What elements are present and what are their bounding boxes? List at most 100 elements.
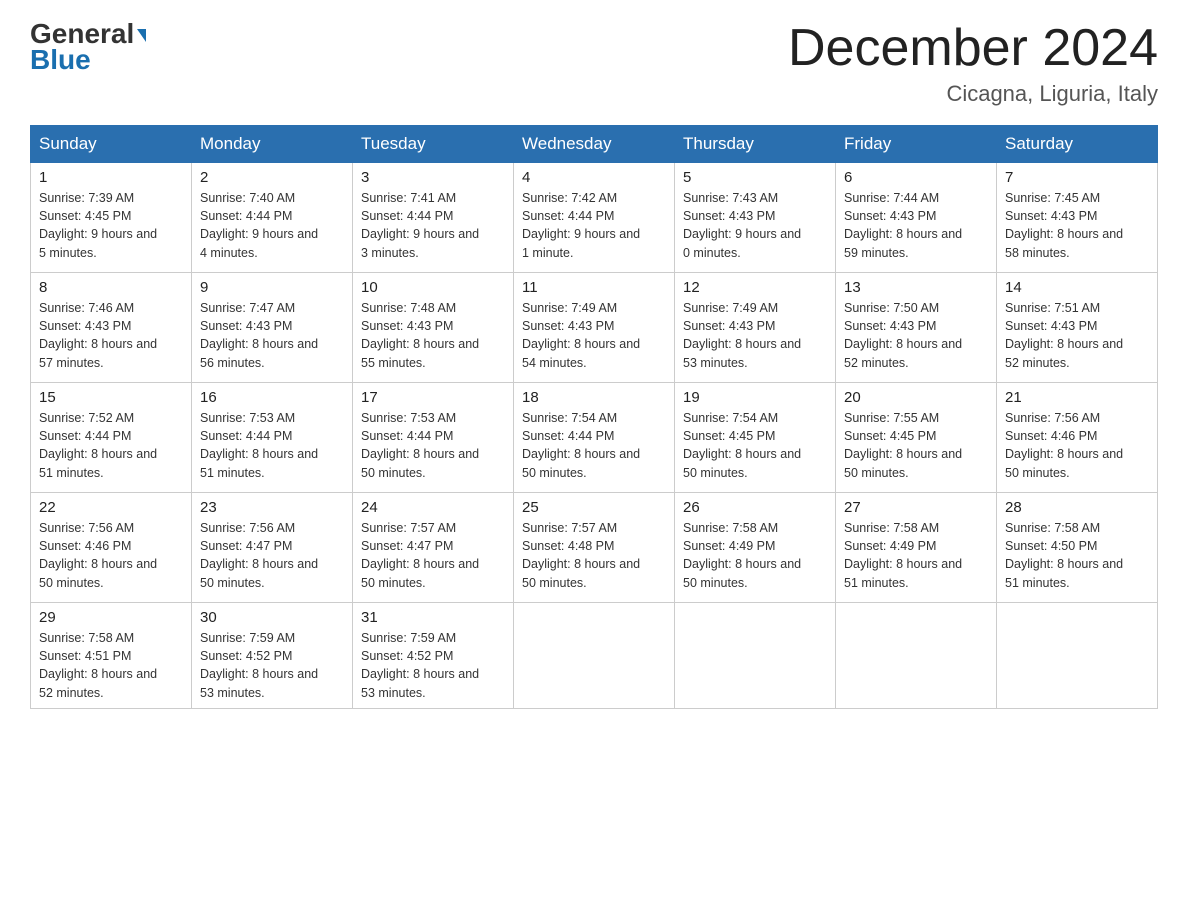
day-number: 6 (844, 169, 988, 186)
day-info: Sunrise: 7:42 AM Sunset: 4:44 PM Dayligh… (522, 189, 666, 262)
col-thursday: Thursday (675, 126, 836, 163)
month-title: December 2024 (788, 20, 1158, 77)
table-row: 17 Sunrise: 7:53 AM Sunset: 4:44 PM Dayl… (353, 383, 514, 493)
col-sunday: Sunday (31, 126, 192, 163)
day-info: Sunrise: 7:57 AM Sunset: 4:48 PM Dayligh… (522, 519, 666, 592)
day-info: Sunrise: 7:53 AM Sunset: 4:44 PM Dayligh… (200, 409, 344, 482)
day-info: Sunrise: 7:49 AM Sunset: 4:43 PM Dayligh… (522, 299, 666, 372)
table-row: 8 Sunrise: 7:46 AM Sunset: 4:43 PM Dayli… (31, 273, 192, 383)
table-row: 7 Sunrise: 7:45 AM Sunset: 4:43 PM Dayli… (997, 163, 1158, 273)
day-info: Sunrise: 7:39 AM Sunset: 4:45 PM Dayligh… (39, 189, 183, 262)
calendar-row: 29 Sunrise: 7:58 AM Sunset: 4:51 PM Dayl… (31, 603, 1158, 709)
day-number: 19 (683, 389, 827, 406)
table-row: 16 Sunrise: 7:53 AM Sunset: 4:44 PM Dayl… (192, 383, 353, 493)
table-row: 11 Sunrise: 7:49 AM Sunset: 4:43 PM Dayl… (514, 273, 675, 383)
day-number: 26 (683, 499, 827, 516)
day-info: Sunrise: 7:41 AM Sunset: 4:44 PM Dayligh… (361, 189, 505, 262)
day-number: 1 (39, 169, 183, 186)
table-row (675, 603, 836, 709)
table-row: 14 Sunrise: 7:51 AM Sunset: 4:43 PM Dayl… (997, 273, 1158, 383)
day-number: 29 (39, 609, 183, 626)
title-block: December 2024 Cicagna, Liguria, Italy (788, 20, 1158, 107)
table-row: 23 Sunrise: 7:56 AM Sunset: 4:47 PM Dayl… (192, 493, 353, 603)
table-row: 27 Sunrise: 7:58 AM Sunset: 4:49 PM Dayl… (836, 493, 997, 603)
table-row: 21 Sunrise: 7:56 AM Sunset: 4:46 PM Dayl… (997, 383, 1158, 493)
table-row: 10 Sunrise: 7:48 AM Sunset: 4:43 PM Dayl… (353, 273, 514, 383)
day-info: Sunrise: 7:49 AM Sunset: 4:43 PM Dayligh… (683, 299, 827, 372)
table-row: 30 Sunrise: 7:59 AM Sunset: 4:52 PM Dayl… (192, 603, 353, 709)
day-info: Sunrise: 7:52 AM Sunset: 4:44 PM Dayligh… (39, 409, 183, 482)
table-row: 13 Sunrise: 7:50 AM Sunset: 4:43 PM Dayl… (836, 273, 997, 383)
table-row: 29 Sunrise: 7:58 AM Sunset: 4:51 PM Dayl… (31, 603, 192, 709)
calendar-row: 1 Sunrise: 7:39 AM Sunset: 4:45 PM Dayli… (31, 163, 1158, 273)
day-info: Sunrise: 7:54 AM Sunset: 4:44 PM Dayligh… (522, 409, 666, 482)
day-info: Sunrise: 7:59 AM Sunset: 4:52 PM Dayligh… (361, 629, 505, 702)
day-number: 9 (200, 279, 344, 296)
table-row: 24 Sunrise: 7:57 AM Sunset: 4:47 PM Dayl… (353, 493, 514, 603)
day-number: 15 (39, 389, 183, 406)
day-info: Sunrise: 7:47 AM Sunset: 4:43 PM Dayligh… (200, 299, 344, 372)
day-info: Sunrise: 7:57 AM Sunset: 4:47 PM Dayligh… (361, 519, 505, 592)
table-row: 9 Sunrise: 7:47 AM Sunset: 4:43 PM Dayli… (192, 273, 353, 383)
table-row (997, 603, 1158, 709)
table-row: 19 Sunrise: 7:54 AM Sunset: 4:45 PM Dayl… (675, 383, 836, 493)
table-row: 1 Sunrise: 7:39 AM Sunset: 4:45 PM Dayli… (31, 163, 192, 273)
table-row (514, 603, 675, 709)
day-number: 3 (361, 169, 505, 186)
day-number: 20 (844, 389, 988, 406)
day-number: 24 (361, 499, 505, 516)
day-info: Sunrise: 7:56 AM Sunset: 4:46 PM Dayligh… (39, 519, 183, 592)
day-info: Sunrise: 7:40 AM Sunset: 4:44 PM Dayligh… (200, 189, 344, 262)
day-info: Sunrise: 7:54 AM Sunset: 4:45 PM Dayligh… (683, 409, 827, 482)
location: Cicagna, Liguria, Italy (788, 81, 1158, 107)
table-row: 6 Sunrise: 7:44 AM Sunset: 4:43 PM Dayli… (836, 163, 997, 273)
day-number: 10 (361, 279, 505, 296)
day-number: 4 (522, 169, 666, 186)
table-row: 15 Sunrise: 7:52 AM Sunset: 4:44 PM Dayl… (31, 383, 192, 493)
page-header: General Blue December 2024 Cicagna, Ligu… (30, 20, 1158, 107)
calendar-table: Sunday Monday Tuesday Wednesday Thursday… (30, 125, 1158, 709)
table-row: 12 Sunrise: 7:49 AM Sunset: 4:43 PM Dayl… (675, 273, 836, 383)
day-number: 23 (200, 499, 344, 516)
calendar-row: 15 Sunrise: 7:52 AM Sunset: 4:44 PM Dayl… (31, 383, 1158, 493)
day-info: Sunrise: 7:59 AM Sunset: 4:52 PM Dayligh… (200, 629, 344, 702)
day-info: Sunrise: 7:58 AM Sunset: 4:51 PM Dayligh… (39, 629, 183, 702)
day-number: 8 (39, 279, 183, 296)
day-info: Sunrise: 7:46 AM Sunset: 4:43 PM Dayligh… (39, 299, 183, 372)
day-info: Sunrise: 7:51 AM Sunset: 4:43 PM Dayligh… (1005, 299, 1149, 372)
day-info: Sunrise: 7:44 AM Sunset: 4:43 PM Dayligh… (844, 189, 988, 262)
table-row: 20 Sunrise: 7:55 AM Sunset: 4:45 PM Dayl… (836, 383, 997, 493)
day-info: Sunrise: 7:58 AM Sunset: 4:49 PM Dayligh… (844, 519, 988, 592)
table-row: 18 Sunrise: 7:54 AM Sunset: 4:44 PM Dayl… (514, 383, 675, 493)
col-tuesday: Tuesday (353, 126, 514, 163)
day-info: Sunrise: 7:45 AM Sunset: 4:43 PM Dayligh… (1005, 189, 1149, 262)
day-info: Sunrise: 7:53 AM Sunset: 4:44 PM Dayligh… (361, 409, 505, 482)
day-number: 18 (522, 389, 666, 406)
calendar-row: 8 Sunrise: 7:46 AM Sunset: 4:43 PM Dayli… (31, 273, 1158, 383)
day-number: 28 (1005, 499, 1149, 516)
day-number: 25 (522, 499, 666, 516)
day-info: Sunrise: 7:58 AM Sunset: 4:50 PM Dayligh… (1005, 519, 1149, 592)
table-row: 25 Sunrise: 7:57 AM Sunset: 4:48 PM Dayl… (514, 493, 675, 603)
day-number: 11 (522, 279, 666, 296)
day-info: Sunrise: 7:56 AM Sunset: 4:47 PM Dayligh… (200, 519, 344, 592)
day-number: 31 (361, 609, 505, 626)
day-info: Sunrise: 7:48 AM Sunset: 4:43 PM Dayligh… (361, 299, 505, 372)
day-info: Sunrise: 7:50 AM Sunset: 4:43 PM Dayligh… (844, 299, 988, 372)
logo: General Blue (30, 20, 146, 76)
logo-blue: Blue (30, 44, 91, 76)
col-friday: Friday (836, 126, 997, 163)
table-row: 2 Sunrise: 7:40 AM Sunset: 4:44 PM Dayli… (192, 163, 353, 273)
col-wednesday: Wednesday (514, 126, 675, 163)
day-number: 5 (683, 169, 827, 186)
calendar-row: 22 Sunrise: 7:56 AM Sunset: 4:46 PM Dayl… (31, 493, 1158, 603)
calendar-body: 1 Sunrise: 7:39 AM Sunset: 4:45 PM Dayli… (31, 163, 1158, 709)
table-row: 26 Sunrise: 7:58 AM Sunset: 4:49 PM Dayl… (675, 493, 836, 603)
day-number: 16 (200, 389, 344, 406)
day-info: Sunrise: 7:43 AM Sunset: 4:43 PM Dayligh… (683, 189, 827, 262)
day-number: 2 (200, 169, 344, 186)
day-number: 22 (39, 499, 183, 516)
day-number: 21 (1005, 389, 1149, 406)
day-number: 27 (844, 499, 988, 516)
day-info: Sunrise: 7:56 AM Sunset: 4:46 PM Dayligh… (1005, 409, 1149, 482)
